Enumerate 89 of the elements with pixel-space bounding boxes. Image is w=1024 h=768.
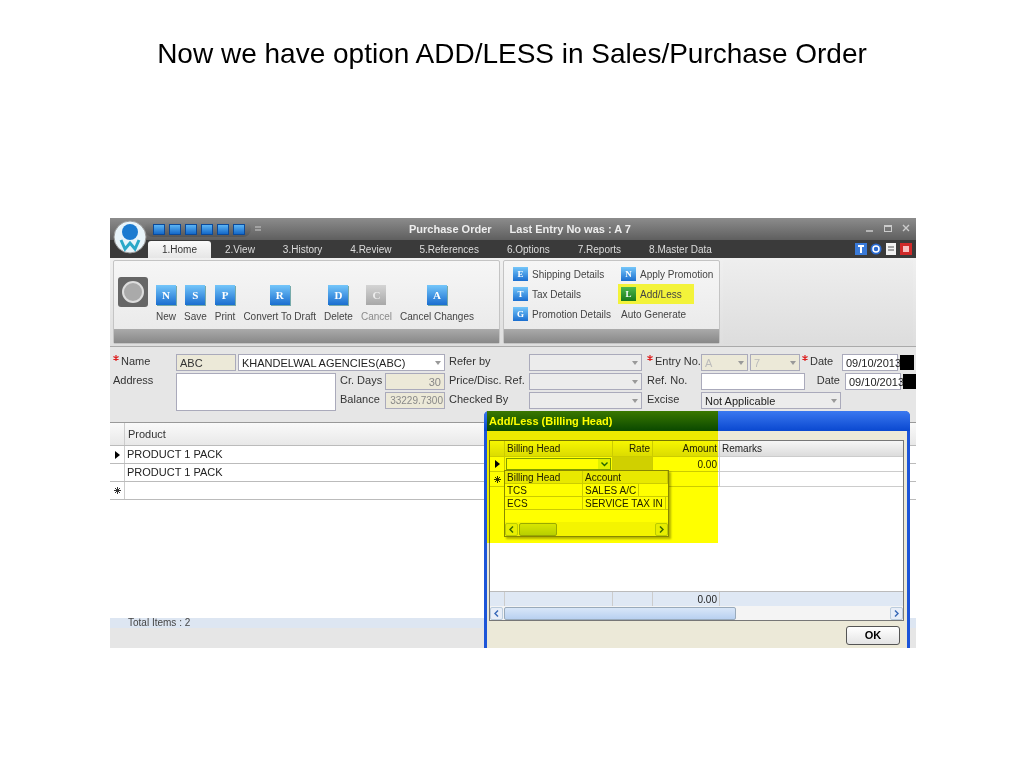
letter-icon: T <box>513 287 528 301</box>
quick-access-button[interactable] <box>217 223 229 235</box>
ribbon-option[interactable]: Auto Generate <box>618 304 690 324</box>
ribbon-button[interactable]: S Save <box>180 273 211 322</box>
field-label: Entry No. <box>655 354 701 369</box>
status-text: Total Items : 2 <box>128 617 191 628</box>
ribbon-option[interactable]: E Shipping Details <box>510 264 608 284</box>
letter-icon: L <box>621 287 636 301</box>
ribbon-option[interactable]: L Add/Less <box>618 284 694 304</box>
field-label: Date <box>810 354 834 369</box>
help-icon[interactable] <box>870 243 882 255</box>
dialog-title: Add/Less (Billing Head) <box>489 415 613 427</box>
ribbon-option[interactable]: G Promotion Details <box>510 304 614 324</box>
table-cell-text: PRODUCT 1 PACK <box>126 465 224 480</box>
customize-icon[interactable] <box>255 226 261 232</box>
tab[interactable]: 8.Master Data <box>635 242 726 258</box>
field-label: Excise <box>647 392 680 407</box>
disc-button[interactable] <box>118 277 148 307</box>
chevron-left-icon <box>494 609 499 617</box>
field-label: Price/Disc. Ref. <box>449 373 525 388</box>
field-label: Cr. Days <box>340 373 384 388</box>
ribbon-button[interactable]: A Cancel Changes <box>396 273 478 322</box>
text-icon[interactable] <box>855 243 867 255</box>
tab[interactable]: 2.View <box>211 242 269 258</box>
row-pointer-icon <box>114 450 120 459</box>
caret-icon <box>632 360 638 365</box>
text-field[interactable]: ABC <box>176 354 236 371</box>
ribbon-option[interactable]: T Tax Details <box>510 284 584 304</box>
ribbon-button[interactable]: P Print <box>210 273 240 322</box>
document-icon[interactable] <box>885 243 897 255</box>
field-label: Ref. No. <box>647 373 688 388</box>
letter-icon: D <box>328 285 349 305</box>
combo-box[interactable] <box>529 373 642 390</box>
tab[interactable]: 5.References <box>405 242 493 258</box>
caret-icon <box>831 398 837 403</box>
scrollbar-thumb[interactable] <box>504 606 736 620</box>
letter-icon: G <box>513 307 528 321</box>
combo-box[interactable]: KHANDELWAL AGENCIES(ABC) <box>238 354 445 371</box>
field-label: Balance <box>340 392 381 407</box>
caret-icon <box>435 360 441 365</box>
quick-access-button[interactable] <box>153 223 165 235</box>
field-label: Name <box>121 354 151 369</box>
letter-icon: E <box>513 267 528 281</box>
quick-access-button[interactable] <box>169 223 181 235</box>
tab[interactable]: 3.History <box>268 242 337 258</box>
tab[interactable]: 4.Review <box>336 242 406 258</box>
text-field[interactable] <box>701 373 805 390</box>
letter-icon: R <box>269 285 290 305</box>
quick-access-button[interactable] <box>201 223 213 235</box>
scroll-left-button[interactable] <box>490 606 503 620</box>
field-label: Checked By <box>449 392 509 407</box>
text-field[interactable] <box>176 373 336 411</box>
caret-icon <box>632 379 638 384</box>
quick-access-button[interactable] <box>185 223 197 235</box>
ribbon-button[interactable]: D Delete <box>320 273 357 322</box>
window-title: Purchase Order <box>409 223 492 235</box>
chevron-right-icon <box>894 609 899 617</box>
tab[interactable]: 6.Options <box>492 242 564 258</box>
maximize-icon[interactable] <box>884 224 892 232</box>
date-field[interactable]: 09/10/2013 <box>845 373 901 390</box>
tab[interactable]: 1.Home <box>148 241 211 258</box>
scroll-right-button[interactable] <box>890 606 903 620</box>
letter-icon: A <box>427 285 447 305</box>
field-label: Refer by <box>449 354 491 369</box>
slide-title: Now we have option ADD/LESS in Sales/Purchase Order <box>157 38 867 70</box>
date-field[interactable]: 09/10/2013 <box>842 354 898 371</box>
caret-icon <box>738 360 744 365</box>
quick-access-button[interactable] <box>233 223 245 235</box>
combo-box[interactable]: Not Applicable <box>701 392 841 409</box>
field-label: Date <box>816 373 840 388</box>
caret-icon <box>790 360 796 365</box>
letter-icon: S <box>185 285 206 305</box>
close-icon[interactable] <box>902 224 910 232</box>
field-label: Address <box>113 373 154 388</box>
combo-box[interactable] <box>529 392 642 409</box>
combo-box[interactable] <box>529 354 642 371</box>
table-cell-text: PRODUCT 1 PACK <box>126 447 224 462</box>
ribbon-button[interactable]: R Convert To Draft <box>239 273 320 322</box>
column-header[interactable]: Remarks <box>720 441 903 456</box>
ribbon-button[interactable]: N New <box>152 273 180 322</box>
letter-icon: P <box>215 285 236 305</box>
caret-icon <box>632 398 638 403</box>
letter-icon: N <box>621 267 636 281</box>
ok-button[interactable]: OK <box>846 625 900 645</box>
letter-icon: N <box>156 285 176 305</box>
window-subtitle: Last Entry No was : A 7 <box>509 223 631 235</box>
tab[interactable]: 7.Reports <box>563 242 636 258</box>
ribbon-option[interactable]: N Apply Promotion <box>618 264 717 284</box>
column-header[interactable]: Product <box>125 423 169 445</box>
